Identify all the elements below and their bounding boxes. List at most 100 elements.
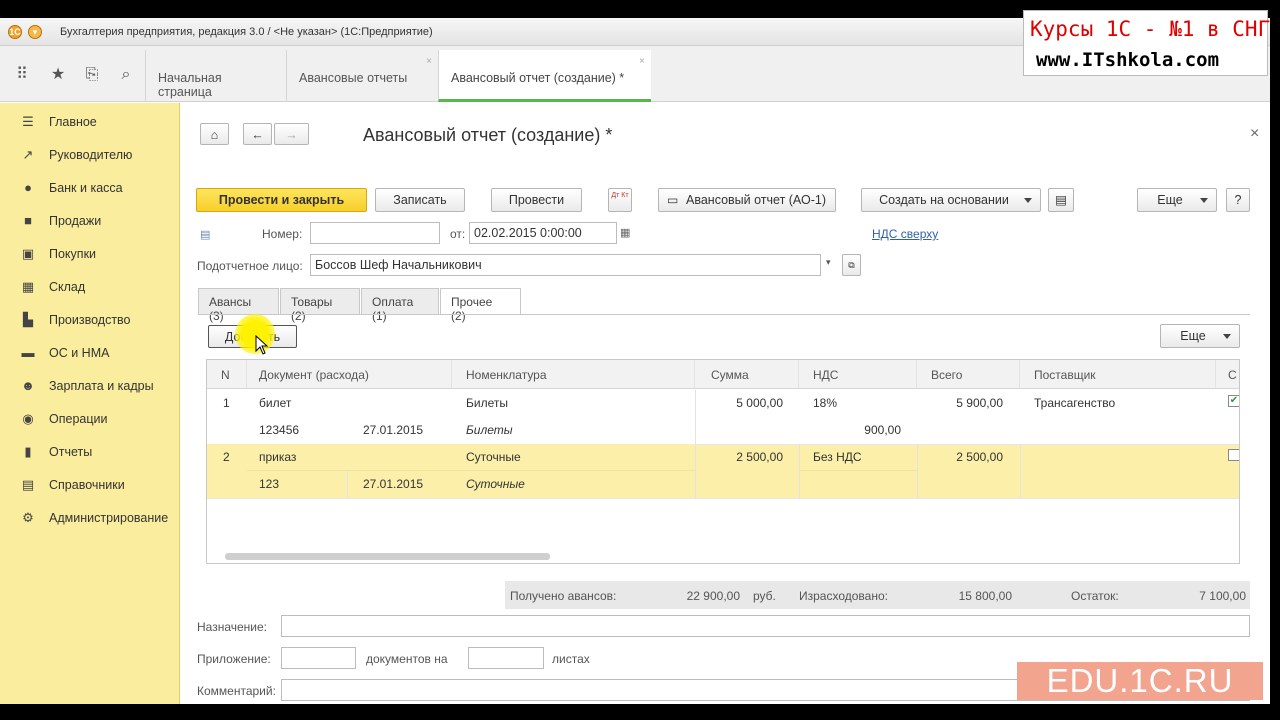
search-icon[interactable]: ⌕: [116, 66, 136, 84]
expense-document-number: 123456: [259, 423, 300, 437]
sidebar-item-assets[interactable]: ▬ ОС и НМА: [0, 341, 180, 365]
chevron-down-icon: [1200, 198, 1208, 203]
tab-advance-report-new[interactable]: Авансовый отчет (создание) * ×: [438, 50, 651, 102]
column-header-supplier[interactable]: Поставщик: [1020, 360, 1216, 389]
column-header-sum[interactable]: Сумма: [695, 360, 799, 389]
calendar-icon[interactable]: ▦: [620, 226, 630, 239]
number-label: Номер:: [262, 227, 303, 241]
report-button[interactable]: ▤: [1048, 188, 1074, 212]
expense-document-date: 27.01.2015: [363, 477, 424, 491]
tab-other[interactable]: Прочее (2): [440, 288, 521, 323]
post-and-close-button[interactable]: Провести и закрыть: [196, 188, 367, 212]
currency-label: руб.: [753, 589, 776, 603]
sidebar-item-manager[interactable]: ↗ Руководителю: [0, 143, 180, 167]
close-icon[interactable]: ×: [639, 56, 645, 67]
help-button[interactable]: ?: [1226, 188, 1250, 212]
tab-advances[interactable]: Авансы (3): [198, 288, 279, 323]
home-icon: ⌂: [210, 128, 219, 142]
column-header-item[interactable]: Номенклатура: [452, 360, 695, 389]
tab-advance-reports[interactable]: Авансовые отчеты ×: [286, 50, 438, 102]
column-divider: [917, 444, 918, 498]
more-button[interactable]: Еще: [1137, 188, 1217, 212]
printer-icon: ▭: [667, 193, 679, 207]
history-icon[interactable]: ⎘: [82, 66, 102, 84]
forward-button[interactable]: →: [274, 123, 309, 145]
table-more-button[interactable]: Еще: [1160, 324, 1240, 348]
column-header-checkbox[interactable]: С: [1216, 360, 1239, 389]
rest-value: 7 100,00: [1199, 589, 1246, 603]
totals-bar: Получено авансов: 22 900,00 руб. Израсхо…: [505, 581, 1250, 609]
expenses-table: N Документ (расхода) Номенклатура Сумма …: [206, 359, 1240, 564]
accountable-person-field[interactable]: Боссов Шеф Начальникович: [310, 254, 821, 276]
dt-kt-button[interactable]: Дт Кт: [608, 188, 632, 212]
row-divider: [247, 470, 695, 471]
create-based-on-label: Создать на основании: [879, 193, 1009, 207]
document-info-icon[interactable]: ▤: [200, 228, 210, 241]
sidebar-item-production[interactable]: ▙ Производство: [0, 308, 180, 332]
gear-icon: ⚙: [22, 510, 34, 525]
sidebar-item-warehouse[interactable]: ▦ Склад: [0, 275, 180, 299]
favorites-star-icon[interactable]: ★: [48, 66, 68, 84]
open-person-button[interactable]: ⧉: [842, 254, 861, 276]
sidebar-item-purchases[interactable]: ▣ Покупки: [0, 242, 180, 266]
sidebar-item-label: Зарплата и кадры: [49, 379, 154, 393]
sidebar-item-salary[interactable]: ☻ Зарплата и кадры: [0, 374, 180, 398]
tab-label: Авансовый отчет (создание) *: [451, 71, 625, 85]
close-icon[interactable]: ×: [426, 56, 432, 67]
tab-payment[interactable]: Оплата (1): [361, 288, 439, 323]
back-button[interactable]: ←: [243, 123, 272, 145]
course-logo: Курсы 1С - №1 в СНГ www.ITshkola.com: [1023, 10, 1270, 76]
bag-icon: ■: [24, 213, 32, 228]
row-checkbox[interactable]: [1228, 449, 1239, 461]
table-row[interactable]: 1 билет 123456 27.01.2015 Билеты Билеты …: [207, 390, 1239, 444]
total-value: 5 900,00: [956, 396, 1003, 410]
table-more-label: Еще: [1180, 329, 1206, 343]
dropdown-icon[interactable]: ▾: [826, 257, 831, 268]
tab-home[interactable]: Начальная страница: [145, 50, 286, 102]
sidebar-item-operations[interactable]: ◉ Операции: [0, 407, 180, 431]
row-divider: [207, 498, 1239, 499]
sidebar-item-sales[interactable]: ■ Продажи: [0, 209, 180, 233]
create-based-on-button[interactable]: Создать на основании: [861, 188, 1041, 212]
ops-icon: ◉: [22, 411, 34, 426]
menu-dropdown-icon[interactable]: ▾: [28, 25, 42, 39]
number-field[interactable]: [310, 222, 440, 244]
horizontal-scrollbar[interactable]: [225, 553, 550, 560]
column-header-vat[interactable]: НДС: [799, 360, 917, 389]
save-button[interactable]: Записать: [375, 188, 465, 212]
close-form-icon[interactable]: ×: [1250, 125, 1259, 143]
sidebar-item-main[interactable]: ☰ Главное: [0, 110, 180, 134]
arrow-right-icon: →: [285, 128, 298, 142]
apps-grid-icon[interactable]: ⠿: [12, 66, 32, 84]
vat-on-top-link[interactable]: НДС сверху: [872, 227, 938, 241]
sidebar-item-catalogs[interactable]: ▤ Справочники: [0, 473, 180, 497]
column-header-n[interactable]: N: [207, 360, 247, 389]
table-row[interactable]: 2 приказ 123 27.01.2015 Суточные Суточны…: [207, 444, 1239, 498]
expense-document-date: 27.01.2015: [363, 423, 424, 437]
window-title: Бухгалтерия предприятия, редакция 3.0 / …: [60, 26, 433, 38]
sidebar-item-reports[interactable]: ▮ Отчеты: [0, 440, 180, 464]
purpose-field[interactable]: [281, 615, 1250, 637]
sidebar-item-label: Банк и касса: [49, 181, 123, 195]
column-header-document[interactable]: Документ (расхода): [247, 360, 452, 389]
chevron-down-icon: [1223, 334, 1231, 339]
attachment-docs-field[interactable]: [281, 647, 356, 669]
sidebar-item-bank[interactable]: ● Банк и касса: [0, 176, 180, 200]
tab-label: Авансовые отчеты: [299, 71, 408, 85]
post-button[interactable]: Провести: [491, 188, 582, 212]
sidebar-item-label: Продажи: [49, 214, 102, 228]
tab-goods[interactable]: Товары (2): [280, 288, 360, 323]
home-button[interactable]: ⌂: [200, 123, 229, 145]
print-ao1-button[interactable]: ▭ Авансовый отчет (АО-1): [658, 188, 836, 212]
cart-icon: ▣: [21, 246, 35, 261]
sidebar-item-label: Покупки: [49, 247, 97, 261]
sidebar-item-admin[interactable]: ⚙ Администрирование: [0, 506, 180, 530]
sum-value: 2 500,00: [736, 450, 783, 464]
app-logo-icon: 1С: [8, 25, 22, 39]
row-checkbox[interactable]: ✔: [1228, 395, 1239, 407]
purpose-label: Назначение:: [197, 620, 268, 634]
attachment-sheets-field[interactable]: [468, 647, 544, 669]
date-field[interactable]: 02.02.2015 0:00:00: [469, 222, 617, 244]
sum-value: 5 000,00: [736, 396, 783, 410]
column-header-total[interactable]: Всего: [917, 360, 1020, 389]
